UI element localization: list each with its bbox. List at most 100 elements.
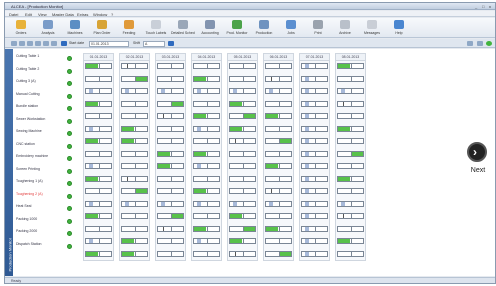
schedule-cell[interactable] (121, 138, 148, 144)
machine-row[interactable]: Toughening 1 (A) (14, 178, 78, 188)
ribbon-button-analysis[interactable]: Analysis (36, 20, 60, 37)
schedule-cell[interactable] (337, 75, 364, 82)
schedule-cell[interactable] (337, 200, 364, 207)
schedule-cell[interactable] (193, 188, 220, 194)
menu-file[interactable]: Datei (9, 12, 18, 17)
schedule-cell[interactable] (193, 250, 220, 257)
schedule-cell[interactable] (85, 125, 112, 132)
schedule-cell[interactable] (121, 238, 148, 244)
ribbon-button-touch-labels[interactable]: Touch Labels (144, 20, 168, 37)
menu-master-data[interactable]: Master Data (52, 12, 74, 17)
schedule-cell[interactable] (85, 250, 112, 257)
schedule-cell[interactable] (265, 138, 292, 144)
schedule-cell[interactable] (85, 200, 112, 207)
schedule-cell[interactable] (229, 225, 256, 232)
schedule-cell[interactable] (157, 113, 184, 119)
schedule-cell[interactable] (337, 250, 364, 257)
schedule-cell[interactable] (157, 200, 184, 207)
next-arrow-icon[interactable] (168, 41, 174, 46)
side-tab[interactable]: Production Monitor (5, 49, 13, 276)
schedule-cell[interactable] (157, 213, 184, 219)
schedule-cell[interactable] (85, 188, 112, 194)
schedule-cell[interactable] (193, 138, 220, 144)
schedule-cell[interactable] (85, 63, 112, 69)
menu-help[interactable]: ? (111, 12, 113, 17)
machine-row[interactable]: Bundle station (14, 103, 78, 113)
minimize-button[interactable]: _ (475, 4, 477, 9)
schedule-cell[interactable] (85, 163, 112, 169)
schedule-cell[interactable] (301, 250, 328, 257)
schedule-cell[interactable] (337, 225, 364, 232)
schedule-cell[interactable] (229, 113, 256, 119)
schedule-cell[interactable] (265, 100, 292, 107)
menu-extras[interactable]: Extras (77, 12, 88, 17)
schedule-cell[interactable] (157, 175, 184, 182)
schedule-cell[interactable] (301, 125, 328, 132)
schedule-cell[interactable] (121, 213, 148, 219)
settings-icon[interactable] (477, 41, 483, 46)
schedule-cell[interactable] (265, 113, 292, 119)
schedule-cell[interactable] (157, 188, 184, 194)
schedule-cell[interactable] (157, 150, 184, 157)
ribbon-button-machines[interactable]: Machines (63, 20, 87, 37)
ribbon-button-accounting[interactable]: Accounting (198, 20, 222, 37)
schedule-cell[interactable] (85, 213, 112, 219)
schedule-cell[interactable] (265, 163, 292, 169)
schedule-cell[interactable] (265, 88, 292, 94)
menu-view[interactable]: View (38, 12, 47, 17)
schedule-cell[interactable] (193, 175, 220, 182)
print-preview-icon[interactable] (467, 41, 473, 46)
schedule-cell[interactable] (193, 163, 220, 169)
schedule-cell[interactable] (157, 100, 184, 107)
shift-select[interactable]: A (143, 40, 165, 47)
schedule-cell[interactable] (265, 63, 292, 69)
schedule-cell[interactable] (121, 250, 148, 257)
schedule-cell[interactable] (121, 100, 148, 107)
ribbon-button-plan-order[interactable]: Plan Order (90, 20, 114, 37)
schedule-cell[interactable] (229, 63, 256, 69)
schedule-cell[interactable] (121, 113, 148, 119)
schedule-cell[interactable] (301, 225, 328, 232)
machine-row[interactable]: Heat Seal (14, 203, 78, 213)
ribbon-button-help[interactable]: Help (387, 20, 411, 37)
schedule-cell[interactable] (121, 63, 148, 69)
schedule-cell[interactable] (85, 175, 112, 182)
schedule-cell[interactable] (193, 125, 220, 132)
schedule-cell[interactable] (193, 113, 220, 119)
schedule-cell[interactable] (337, 175, 364, 182)
schedule-cell[interactable] (229, 75, 256, 82)
schedule-cell[interactable] (265, 188, 292, 194)
schedule-cell[interactable] (337, 213, 364, 219)
schedule-cell[interactable] (157, 138, 184, 144)
filter-icon[interactable] (43, 41, 49, 46)
schedule-cell[interactable] (301, 213, 328, 219)
schedule-cell[interactable] (121, 125, 148, 132)
schedule-cell[interactable] (121, 188, 148, 194)
schedule-cell[interactable] (121, 163, 148, 169)
machine-row[interactable]: Packing 2000 (14, 228, 78, 238)
machine-row[interactable]: Dispatch Station (14, 241, 78, 251)
schedule-cell[interactable] (229, 150, 256, 157)
schedule-cell[interactable] (121, 150, 148, 157)
schedule-cell[interactable] (229, 175, 256, 182)
schedule-cell[interactable] (265, 150, 292, 157)
schedule-cell[interactable] (193, 63, 220, 69)
schedule-cell[interactable] (193, 88, 220, 94)
schedule-cell[interactable] (229, 88, 256, 94)
schedule-cell[interactable] (229, 213, 256, 219)
schedule-cell[interactable] (157, 88, 184, 94)
schedule-cell[interactable] (229, 238, 256, 244)
schedule-cell[interactable] (265, 213, 292, 219)
schedule-cell[interactable] (337, 125, 364, 132)
schedule-cell[interactable] (121, 88, 148, 94)
schedule-cell[interactable] (301, 75, 328, 82)
schedule-cell[interactable] (337, 100, 364, 107)
ribbon-button-messages[interactable]: Messages (360, 20, 384, 37)
ribbon-button-feeding[interactable]: Feeding (117, 20, 141, 37)
schedule-cell[interactable] (301, 138, 328, 144)
schedule-cell[interactable] (193, 150, 220, 157)
schedule-cell[interactable] (301, 150, 328, 157)
schedule-cell[interactable] (121, 225, 148, 232)
schedule-cell[interactable] (121, 175, 148, 182)
schedule-cell[interactable] (85, 100, 112, 107)
